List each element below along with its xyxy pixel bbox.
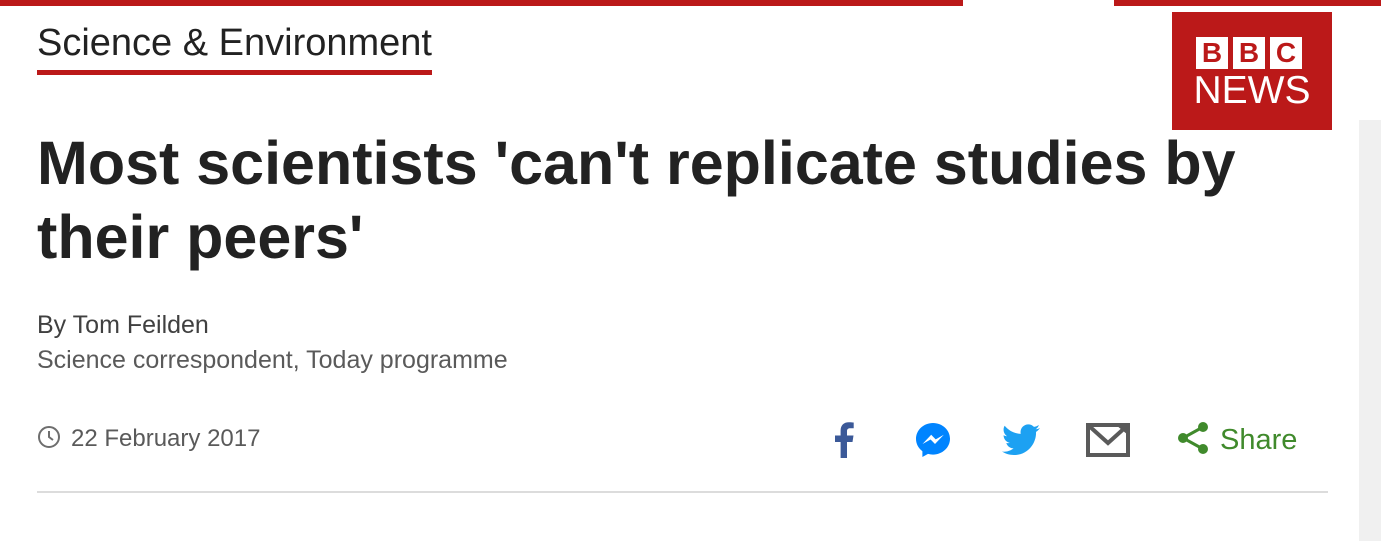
news-wordmark: NEWS (1193, 69, 1311, 112)
article-page: Science & Environment B B C NEWS Most sc… (0, 0, 1381, 541)
bbc-letter-block: B (1196, 37, 1228, 69)
top-rule (1114, 0, 1381, 6)
bbc-letter-block: C (1270, 37, 1302, 69)
byline-role: Science correspondent, Today programme (37, 346, 508, 374)
article-headline: Most scientists 'can't replicate studies… (37, 129, 1236, 271)
share-icon (1176, 421, 1210, 460)
bbc-letter-block: B (1233, 37, 1265, 69)
facebook-icon[interactable] (824, 418, 864, 462)
scrollbar-track[interactable] (1359, 120, 1381, 541)
section-link[interactable]: Science & Environment (37, 18, 432, 75)
bbc-blocks: B B C (1196, 37, 1302, 69)
twitter-icon[interactable] (1000, 418, 1042, 462)
byline-author: By Tom Feilden (37, 311, 209, 339)
share-tools: Share (0, 418, 1381, 462)
top-rule (0, 0, 963, 6)
share-button[interactable]: Share (1176, 418, 1297, 462)
email-icon[interactable] (1085, 418, 1131, 462)
messenger-icon[interactable] (912, 418, 954, 462)
divider (37, 491, 1328, 493)
bbc-news-logo[interactable]: B B C NEWS (1172, 12, 1332, 130)
share-label: Share (1220, 424, 1298, 456)
